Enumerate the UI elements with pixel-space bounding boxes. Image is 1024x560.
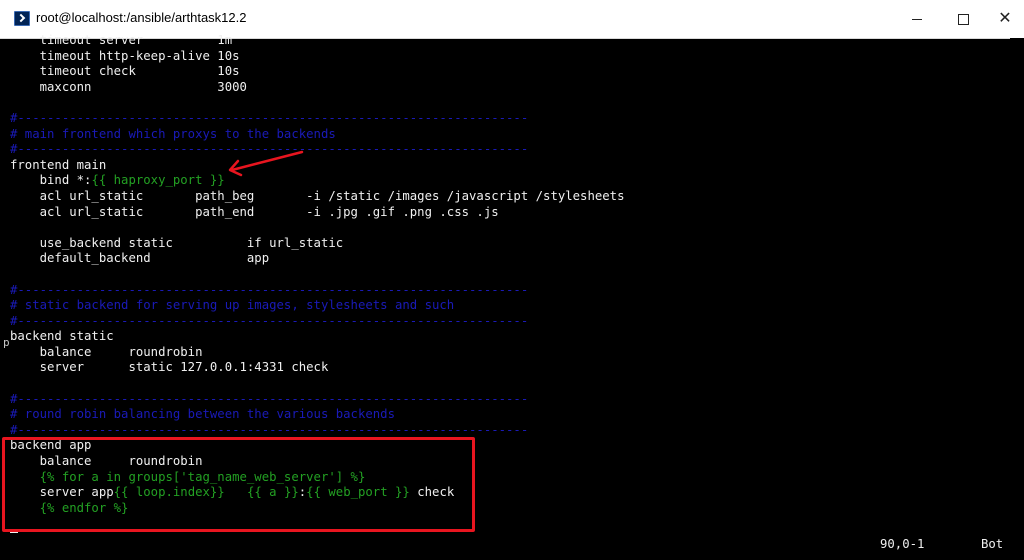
close-icon: ✕	[998, 10, 1012, 27]
code-line: maxconn 3000	[10, 80, 1010, 96]
code-token: timeout http-keep-alive 10s	[10, 48, 240, 63]
code-token: frontend main	[10, 157, 107, 172]
code-line: timeout http-keep-alive 10s	[10, 49, 1010, 65]
code-token: #---------------------------------------…	[10, 313, 529, 328]
code-line: balance roundrobin	[10, 345, 1010, 361]
code-line: server static 127.0.0.1:4331 check	[10, 360, 1010, 376]
code-token: server static 127.0.0.1:4331 check	[10, 360, 329, 375]
code-line: #---------------------------------------…	[10, 142, 1010, 158]
terminal-scrollbar[interactable]	[1010, 38, 1024, 560]
code-token: use_backend static if url_static	[10, 235, 344, 250]
code-token: {{ haproxy_port }}	[91, 173, 225, 188]
code-line: # round robin balancing between the vari…	[10, 407, 1010, 423]
code-line: timeout server 1m	[10, 33, 1010, 49]
code-token: # main frontend which proxys to the back…	[10, 126, 336, 141]
code-token: # round robin balancing between the vari…	[10, 407, 395, 422]
code-token: balance roundrobin	[10, 344, 203, 359]
code-token: timeout check 10s	[10, 64, 240, 79]
code-token: maxconn 3000	[10, 79, 247, 94]
maximize-icon	[957, 13, 969, 25]
code-token: acl url_static path_end -i .jpg .gif .pn…	[10, 204, 499, 219]
annotation-arrow	[228, 150, 304, 177]
code-line: #---------------------------------------…	[10, 283, 1010, 299]
code-line: #---------------------------------------…	[10, 314, 1010, 330]
code-line: frontend main	[10, 158, 1010, 174]
code-line: bind *:{{ haproxy_port }}	[10, 173, 1010, 189]
code-token: default_backend app	[10, 251, 270, 266]
code-token: #---------------------------------------…	[10, 422, 529, 437]
code-token: timeout server 1m	[10, 33, 233, 47]
code-line: backend static	[10, 329, 1010, 345]
code-line: # static backend for serving up images, …	[10, 298, 1010, 314]
code-line: acl url_static path_end -i .jpg .gif .pn…	[10, 205, 1010, 221]
code-token: bind *:	[10, 173, 92, 188]
code-line: #---------------------------------------…	[10, 392, 1010, 408]
powershell-icon	[14, 11, 30, 26]
code-line: #---------------------------------------…	[10, 111, 1010, 127]
code-token: #---------------------------------------…	[10, 282, 529, 297]
code-token: #---------------------------------------…	[10, 110, 529, 125]
code-line: # main frontend which proxys to the back…	[10, 127, 1010, 143]
code-token: #---------------------------------------…	[10, 391, 529, 406]
side-mark: p	[3, 336, 10, 349]
cursor-position: 90,0-1	[880, 537, 925, 551]
scroll-indicator: Bot	[981, 537, 1004, 551]
code-line: timeout check 10s	[10, 64, 1010, 80]
code-token: backend static	[10, 329, 114, 344]
minimize-icon	[912, 18, 922, 20]
code-line: acl url_static path_beg -i /static /imag…	[10, 189, 1010, 205]
code-line: use_backend static if url_static	[10, 236, 1010, 252]
code-line: default_backend app	[10, 251, 1010, 267]
window-title: root@localhost:/ansible/arthtask12.2	[36, 10, 247, 25]
code-token: # static backend for serving up images, …	[10, 298, 455, 313]
highlight-box	[2, 437, 475, 532]
code-token: acl url_static path_beg -i /static /imag…	[10, 188, 625, 203]
